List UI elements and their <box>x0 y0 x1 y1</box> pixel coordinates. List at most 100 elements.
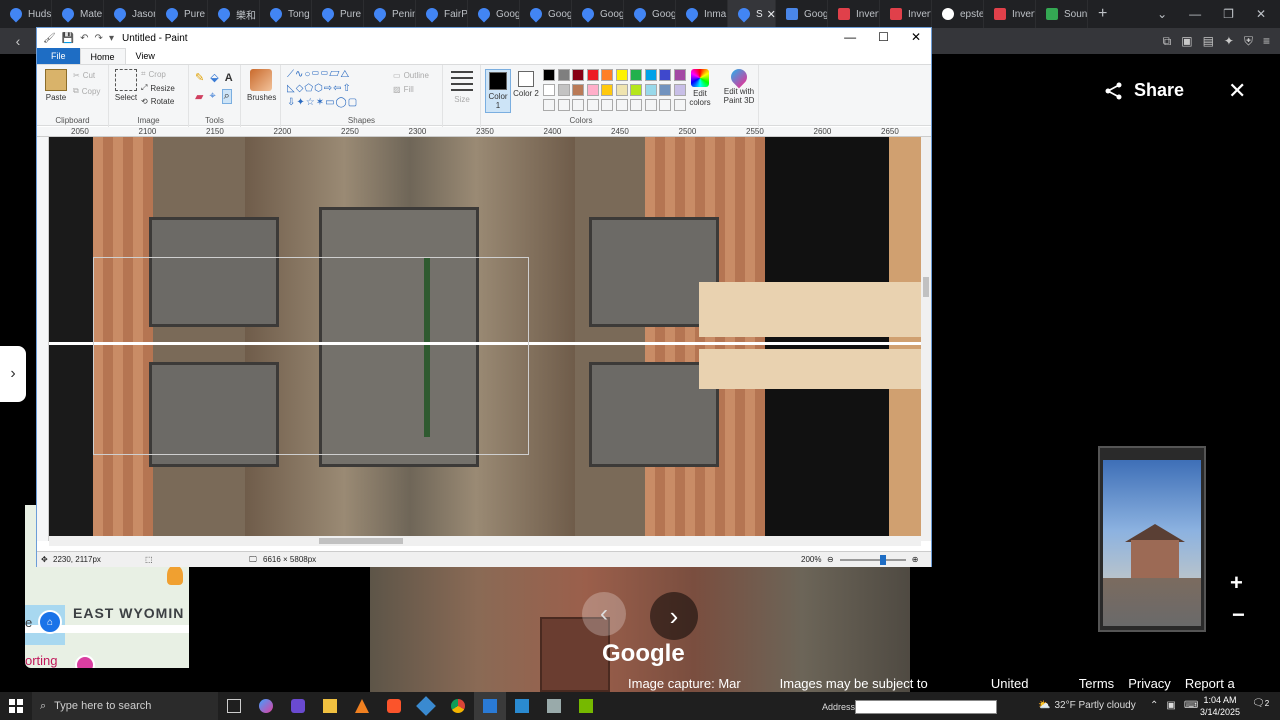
next-photo-button[interactable]: › <box>650 592 698 640</box>
browser-tab[interactable]: Invert <box>828 0 880 28</box>
notification-icon[interactable]: 🗨2 <box>1252 698 1269 709</box>
browser-tab[interactable]: Goog <box>520 0 572 28</box>
palette-swatch[interactable] <box>630 84 642 96</box>
tab-file[interactable]: File <box>37 48 80 64</box>
shapes-gallery-row3[interactable]: ⇩✦☆✶▭◯▢ <box>287 97 358 108</box>
zoom-in-icon[interactable]: ⊕ <box>912 555 919 564</box>
zoom-in-button[interactable]: + <box>1230 570 1243 596</box>
browser-tab[interactable]: Huds <box>0 0 52 28</box>
browser-tab[interactable]: Tong <box>260 0 312 28</box>
weather-widget[interactable]: ⛅ 32°F Partly cloudy <box>1038 700 1136 711</box>
palette-swatch[interactable] <box>630 69 642 81</box>
palette-swatch[interactable] <box>673 69 686 81</box>
save-icon[interactable]: 💾 <box>62 33 74 44</box>
task-view-icon[interactable] <box>218 692 250 720</box>
vertical-scrollbar[interactable] <box>921 137 931 541</box>
zoom-slider[interactable]: ⊖ ⊕ <box>827 554 919 565</box>
side-panel-toggle[interactable]: › <box>0 346 26 402</box>
poi-pin-icon[interactable] <box>75 655 95 668</box>
selection-rectangle[interactable] <box>93 257 529 455</box>
calculator-icon[interactable] <box>506 692 538 720</box>
brave-icon[interactable] <box>378 692 410 720</box>
horizontal-scrollbar[interactable] <box>49 536 921 546</box>
custom-swatch[interactable] <box>572 99 584 111</box>
palette-swatch[interactable] <box>644 69 657 81</box>
vlc-icon[interactable] <box>346 692 378 720</box>
color2-button[interactable]: Color 2 <box>513 71 539 98</box>
custom-swatch[interactable] <box>630 99 642 111</box>
palette-swatch[interactable] <box>572 69 584 81</box>
location-pin-icon[interactable]: ⌂ <box>38 610 62 634</box>
clock[interactable]: 1:04 AM 3/14/2025 <box>1200 694 1240 718</box>
sidebar-icon[interactable]: ▣ <box>1181 34 1192 48</box>
select-button[interactable]: Select <box>113 69 139 102</box>
browser-tab[interactable]: Inma <box>676 0 728 28</box>
browser-tab[interactable]: S ✕ <box>728 0 776 28</box>
vertical-scroll-thumb[interactable] <box>923 277 929 297</box>
palette-swatch[interactable] <box>601 69 613 81</box>
custom-swatch[interactable] <box>586 99 599 111</box>
color-picker-icon[interactable]: ⌖ <box>209 90 215 103</box>
paste-button[interactable]: Paste <box>43 69 69 102</box>
browser-tab[interactable]: Pure <box>156 0 208 28</box>
custom-swatch[interactable] <box>673 99 686 111</box>
horizontal-scroll-thumb[interactable] <box>319 538 403 544</box>
maximize-button[interactable]: ☐ <box>878 30 889 44</box>
browser-tab[interactable]: Invert <box>880 0 932 28</box>
network-icon[interactable]: ▣ <box>1166 700 1175 711</box>
fill-bucket-icon[interactable]: ⬙ <box>210 71 218 84</box>
redo-icon[interactable]: ↷ <box>95 33 103 44</box>
palette-swatch[interactable] <box>673 84 686 96</box>
keyboard-icon[interactable]: ⌨ <box>1184 700 1198 711</box>
custom-swatch[interactable] <box>659 99 671 111</box>
chrome-icon[interactable] <box>442 692 474 720</box>
custom-swatch[interactable] <box>644 99 657 111</box>
brushes-button[interactable]: Brushes <box>247 69 276 102</box>
browser-tab[interactable]: FairP <box>416 0 468 28</box>
wallet-icon[interactable]: ▤ <box>1203 34 1214 48</box>
undo-icon[interactable]: ↶ <box>80 33 88 44</box>
shapes-gallery[interactable]: ⟋∿○▭▭▱△ <box>287 69 350 80</box>
tab-view[interactable]: View <box>126 48 165 64</box>
window-close-icon[interactable]: ✕ <box>1256 7 1266 21</box>
menu-icon[interactable]: ≡ <box>1263 34 1270 48</box>
palette-swatch[interactable] <box>601 84 613 96</box>
nvidia-icon[interactable] <box>570 692 602 720</box>
chevron-up-icon[interactable]: ⌃ <box>1150 700 1158 711</box>
browser-tab[interactable]: Goog <box>468 0 520 28</box>
palette-swatch[interactable] <box>557 69 570 81</box>
zoom-out-button[interactable]: − <box>1232 602 1245 628</box>
rotate-button[interactable]: ⟲ Rotate <box>141 97 174 106</box>
browser-tab[interactable]: Mate <box>52 0 104 28</box>
palette-swatch[interactable] <box>543 84 555 96</box>
address-input[interactable] <box>855 700 997 714</box>
app-icon-blue[interactable] <box>410 692 442 720</box>
copy-button[interactable]: ⧉ Copy <box>73 86 100 96</box>
person-icon[interactable] <box>167 565 183 585</box>
copilot-icon[interactable] <box>250 692 282 720</box>
browser-tab[interactable]: Goog <box>624 0 676 28</box>
zoom-out-icon[interactable]: ⊖ <box>827 555 834 564</box>
shapes-gallery-row2[interactable]: ◺◇⬠⬡⇨⇦⇧ <box>287 83 352 94</box>
browser-back-button[interactable]: ‹ <box>0 28 36 54</box>
tab-close-icon[interactable]: ✕ <box>767 8 775 21</box>
minimize-icon[interactable]: — <box>1189 7 1201 21</box>
prev-photo-button[interactable]: ‹ <box>582 592 626 636</box>
browser-tab[interactable]: Jason <box>104 0 156 28</box>
chevron-down-icon[interactable]: ⌄ <box>1157 7 1167 21</box>
close-icon[interactable]: ✕ <box>1228 78 1246 104</box>
browser-tab[interactable]: Goog <box>572 0 624 28</box>
taskbar-search[interactable]: ⌕ Type here to search <box>32 692 218 720</box>
palette-swatch[interactable] <box>586 69 599 81</box>
browser-tab[interactable]: 樂和 <box>208 0 260 28</box>
resize-button[interactable]: ⤢ Resize <box>141 83 175 93</box>
palette-swatch[interactable] <box>615 84 628 96</box>
browser-tab[interactable]: epste <box>932 0 984 28</box>
text-tool-icon[interactable]: A <box>225 72 233 84</box>
custom-swatch[interactable] <box>615 99 628 111</box>
browser-tab[interactable]: Goog <box>776 0 828 28</box>
custom-swatch[interactable] <box>557 99 570 111</box>
custom-swatch[interactable] <box>543 99 555 111</box>
browser-tab[interactable]: Sound <box>1036 0 1088 28</box>
paint3d-button[interactable]: Edit with Paint 3D <box>719 65 759 105</box>
